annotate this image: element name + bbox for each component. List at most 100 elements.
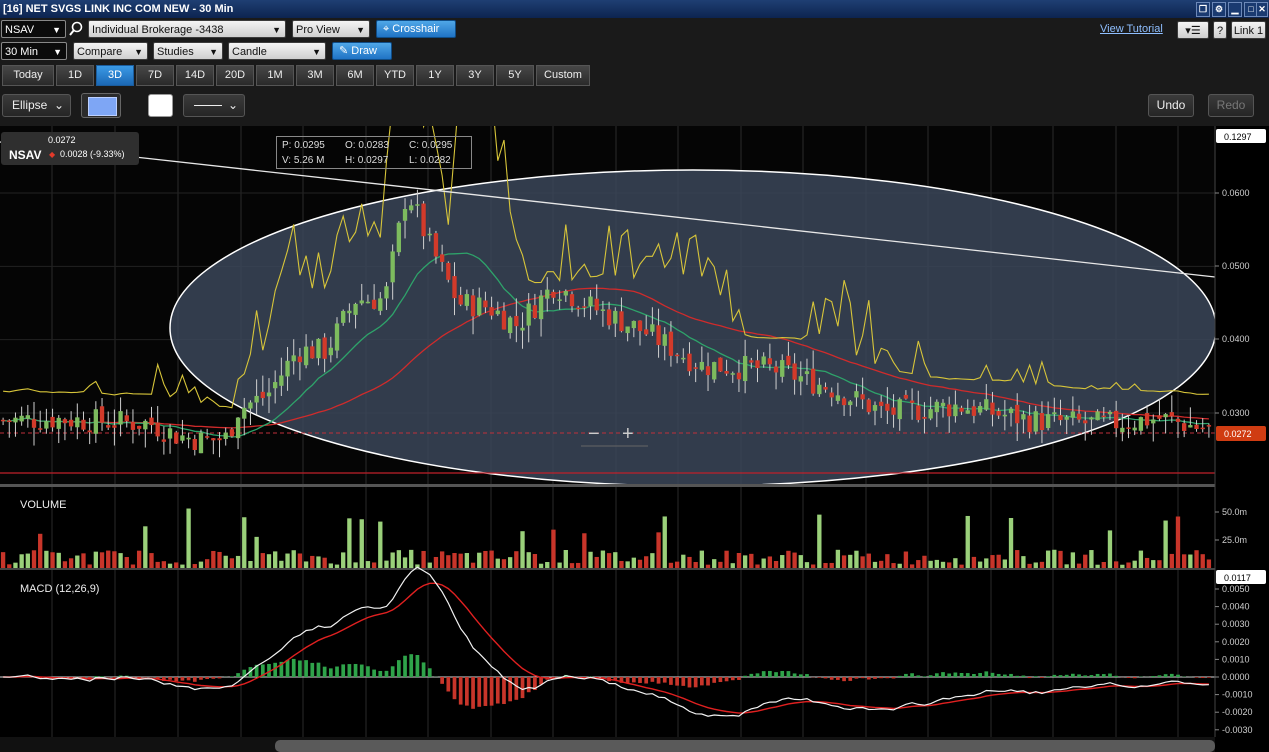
candle-body bbox=[192, 438, 197, 450]
macd-histogram-bar bbox=[347, 664, 352, 677]
view-value: Pro View bbox=[296, 24, 340, 36]
compare-label: Compare bbox=[77, 46, 123, 58]
candle-body bbox=[650, 324, 655, 332]
volume-bar bbox=[662, 516, 667, 568]
range-button-today[interactable]: Today bbox=[2, 65, 54, 86]
candle-body bbox=[390, 251, 395, 283]
volume-bar bbox=[582, 533, 587, 568]
down-arrow-icon: ◆ bbox=[49, 150, 56, 159]
axis-label: 0.0400 bbox=[1222, 334, 1250, 344]
volume-bar bbox=[885, 554, 890, 568]
range-button-20d[interactable]: 20D bbox=[216, 65, 254, 86]
candle-body bbox=[742, 356, 748, 382]
volume-bar bbox=[545, 562, 550, 568]
macd-histogram-bar bbox=[842, 677, 846, 682]
close-icon[interactable]: ✕ bbox=[1256, 2, 1268, 17]
range-button-3y[interactable]: 3Y bbox=[456, 65, 494, 86]
help-button[interactable]: ? bbox=[1213, 21, 1227, 39]
view-tutorial-link[interactable]: View Tutorial bbox=[1100, 23, 1163, 35]
candle-body bbox=[1045, 414, 1051, 429]
ellipse-drawing[interactable] bbox=[169, 169, 1217, 487]
volume-bar bbox=[254, 536, 259, 568]
horizontal-scrollbar[interactable] bbox=[275, 740, 1215, 752]
line-color-picker[interactable] bbox=[148, 94, 173, 117]
range-button-14d[interactable]: 14D bbox=[176, 65, 214, 86]
zoom-in-button[interactable]: + bbox=[622, 423, 634, 445]
help-label: ? bbox=[1216, 25, 1224, 37]
macd-histogram-bar bbox=[199, 677, 203, 680]
panel-divider[interactable] bbox=[0, 568, 1215, 570]
candle-body bbox=[378, 298, 383, 311]
range-button-3d[interactable]: 3D bbox=[96, 65, 134, 86]
range-button-ytd[interactable]: YTD bbox=[376, 65, 414, 86]
macd-histogram-bar bbox=[737, 677, 741, 680]
macd-histogram-bar bbox=[656, 677, 661, 684]
range-button-1d[interactable]: 1D bbox=[56, 65, 94, 86]
volume-bar bbox=[514, 551, 519, 568]
volume-bar bbox=[1101, 561, 1106, 568]
volume-bar bbox=[959, 564, 964, 568]
volume-bar bbox=[334, 564, 340, 568]
volume-bar bbox=[167, 563, 173, 568]
macd-histogram-bar bbox=[322, 666, 327, 677]
chart-type-dropdown[interactable]: Candle ▼ bbox=[228, 42, 326, 60]
macd-histogram-bar bbox=[205, 677, 210, 679]
volume-bar bbox=[93, 551, 99, 568]
view-dropdown[interactable]: Pro View ▼ bbox=[292, 20, 370, 38]
shape-dropdown[interactable]: Ellipse ⌄ bbox=[2, 94, 71, 117]
range-button-3m[interactable]: 3M bbox=[296, 65, 334, 86]
range-button-custom[interactable]: Custom bbox=[536, 65, 590, 86]
candle-body bbox=[662, 334, 667, 346]
settings-icon[interactable]: ⚙ bbox=[1212, 2, 1226, 17]
range-button-6m[interactable]: 6M bbox=[336, 65, 374, 86]
candle-body bbox=[415, 204, 420, 206]
studies-dropdown[interactable]: Studies ▼ bbox=[153, 42, 223, 60]
account-dropdown[interactable]: Individual Brokerage -3438 ▼ bbox=[88, 20, 286, 38]
range-button-1y[interactable]: 1Y bbox=[416, 65, 454, 86]
link-button[interactable]: Link 1 bbox=[1231, 21, 1266, 39]
volume-bar bbox=[674, 561, 680, 568]
restore-icon[interactable]: ❐ bbox=[1196, 2, 1210, 17]
candle-body bbox=[1144, 413, 1150, 426]
volume-bar bbox=[161, 561, 167, 568]
volume-bar bbox=[891, 563, 896, 568]
range-button-1m[interactable]: 1M bbox=[256, 65, 294, 86]
candle-body bbox=[934, 401, 939, 413]
range-button-5y[interactable]: 5Y bbox=[496, 65, 534, 86]
interval-dropdown[interactable]: 30 Min ▼ bbox=[1, 42, 67, 60]
macd-histogram-bar bbox=[817, 677, 822, 678]
undo-button[interactable]: Undo bbox=[1148, 94, 1194, 117]
macd-histogram-bar bbox=[768, 670, 772, 677]
compare-dropdown[interactable]: Compare ▼ bbox=[73, 42, 148, 60]
volume-bar bbox=[477, 552, 482, 568]
volume-bar bbox=[594, 556, 599, 568]
candle-body bbox=[891, 407, 896, 415]
minimize-icon[interactable]: ▁ bbox=[1228, 2, 1242, 17]
range-button-7d[interactable]: 7D bbox=[136, 65, 174, 86]
macd-histogram-bar bbox=[1027, 677, 1032, 679]
macd-histogram-bar bbox=[180, 677, 185, 681]
panel-divider[interactable] bbox=[0, 484, 1215, 487]
candle-body bbox=[384, 286, 389, 299]
candle-body bbox=[1200, 427, 1205, 430]
search-icon[interactable] bbox=[68, 21, 84, 37]
candle-body bbox=[909, 400, 915, 403]
macd-histogram-bar bbox=[353, 663, 358, 677]
fill-color-picker[interactable] bbox=[81, 93, 121, 118]
macd-histogram-bar bbox=[669, 677, 673, 685]
redo-button[interactable]: Redo bbox=[1208, 94, 1254, 117]
line-style-dropdown[interactable]: ⌄ bbox=[183, 94, 245, 117]
menu-button[interactable]: ▾☰ bbox=[1177, 21, 1209, 39]
candle-body bbox=[699, 361, 705, 370]
candle-body bbox=[260, 391, 265, 399]
zoom-out-button[interactable]: − bbox=[588, 423, 600, 445]
crosshair-button[interactable]: ⌖ Crosshair bbox=[376, 20, 456, 38]
candle-body bbox=[1095, 411, 1100, 421]
volume-bar bbox=[19, 554, 24, 568]
symbol-input[interactable]: NSAV ▼ bbox=[1, 20, 66, 38]
candle-body bbox=[625, 326, 630, 334]
draw-button[interactable]: ✎ Draw bbox=[332, 42, 392, 60]
candle-body bbox=[446, 262, 451, 280]
volume-bar bbox=[916, 560, 921, 568]
macd-histogram-bar bbox=[792, 673, 797, 677]
